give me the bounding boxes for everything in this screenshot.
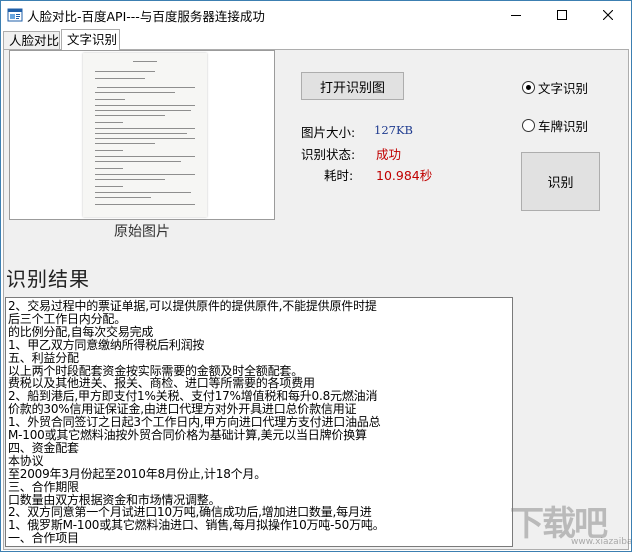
recognize-button[interactable]: 识别 bbox=[521, 152, 600, 211]
image-size-value: 127KB bbox=[374, 123, 413, 137]
tab-label: 文字识别 bbox=[67, 32, 118, 47]
minimize-button[interactable] bbox=[493, 1, 539, 29]
status-value: 成功 bbox=[376, 147, 402, 162]
result-section-title: 识别结果 bbox=[6, 267, 90, 291]
result-text-line: 本协议 bbox=[8, 453, 44, 468]
radio-selected-icon bbox=[522, 81, 535, 94]
document-thumbnail bbox=[83, 53, 207, 217]
radio-label: 文字识别 bbox=[538, 81, 589, 96]
image-size-label: 图片大小: bbox=[301, 125, 356, 140]
original-image-preview bbox=[9, 50, 275, 220]
watermark-url: www.xiazaiba.com bbox=[571, 537, 632, 547]
app-window: 人脸对比-百度API---与百度服务器连接成功 人脸对比 文字识别 原始图片 打… bbox=[0, 0, 632, 552]
elapsed-time-value: 10.984秒 bbox=[376, 168, 433, 183]
result-text-line: 后三个工作日内分配。 bbox=[8, 311, 127, 326]
tab-label: 人脸对比 bbox=[9, 33, 60, 48]
maximize-icon bbox=[557, 10, 567, 20]
elapsed-time-label: 耗时: bbox=[324, 168, 354, 183]
tab-strip: 人脸对比 文字识别 bbox=[1, 29, 631, 51]
result-text-line: 的比例分配,自每次交易完成 bbox=[8, 324, 154, 339]
minimize-icon bbox=[511, 15, 521, 16]
radio-plate-recognition[interactable]: 车牌识别 bbox=[522, 116, 588, 135]
close-button[interactable] bbox=[585, 1, 631, 29]
result-text-line: 五、利益分配 bbox=[8, 350, 79, 365]
radio-label: 车牌识别 bbox=[538, 119, 589, 134]
tab-text-recognition[interactable]: 文字识别 bbox=[61, 29, 120, 51]
maximize-button[interactable] bbox=[539, 1, 585, 29]
result-text-line: 1、甲乙双方同意缴纳所得税后利润按 bbox=[8, 337, 205, 352]
app-icon bbox=[7, 7, 23, 23]
result-text-line: 至2009年3月份起至2010年8月份止,计18个月。 bbox=[8, 466, 267, 481]
window-title: 人脸对比-百度API---与百度服务器连接成功 bbox=[27, 9, 265, 24]
status-label: 识别状态: bbox=[301, 147, 356, 162]
tab-face-compare[interactable]: 人脸对比 bbox=[3, 31, 60, 51]
image-caption: 原始图片 bbox=[114, 224, 170, 240]
title-bar[interactable]: 人脸对比-百度API---与百度服务器连接成功 bbox=[1, 1, 631, 29]
result-textarea[interactable]: 2、交易过程中的票证单据,可以提供原件的提供原件,不能提供原件时提 后三个工作日内… bbox=[5, 297, 513, 547]
open-image-button[interactable]: 打开识别图 bbox=[301, 72, 404, 100]
close-icon bbox=[603, 10, 613, 20]
result-text-line: 一、合作项目 bbox=[8, 531, 79, 546]
radio-unselected-icon bbox=[522, 119, 535, 132]
result-text-line: 四、资金配套 bbox=[8, 440, 79, 455]
radio-text-recognition[interactable]: 文字识别 bbox=[522, 78, 588, 97]
result-text-line: 三、合作期限 bbox=[8, 479, 79, 494]
